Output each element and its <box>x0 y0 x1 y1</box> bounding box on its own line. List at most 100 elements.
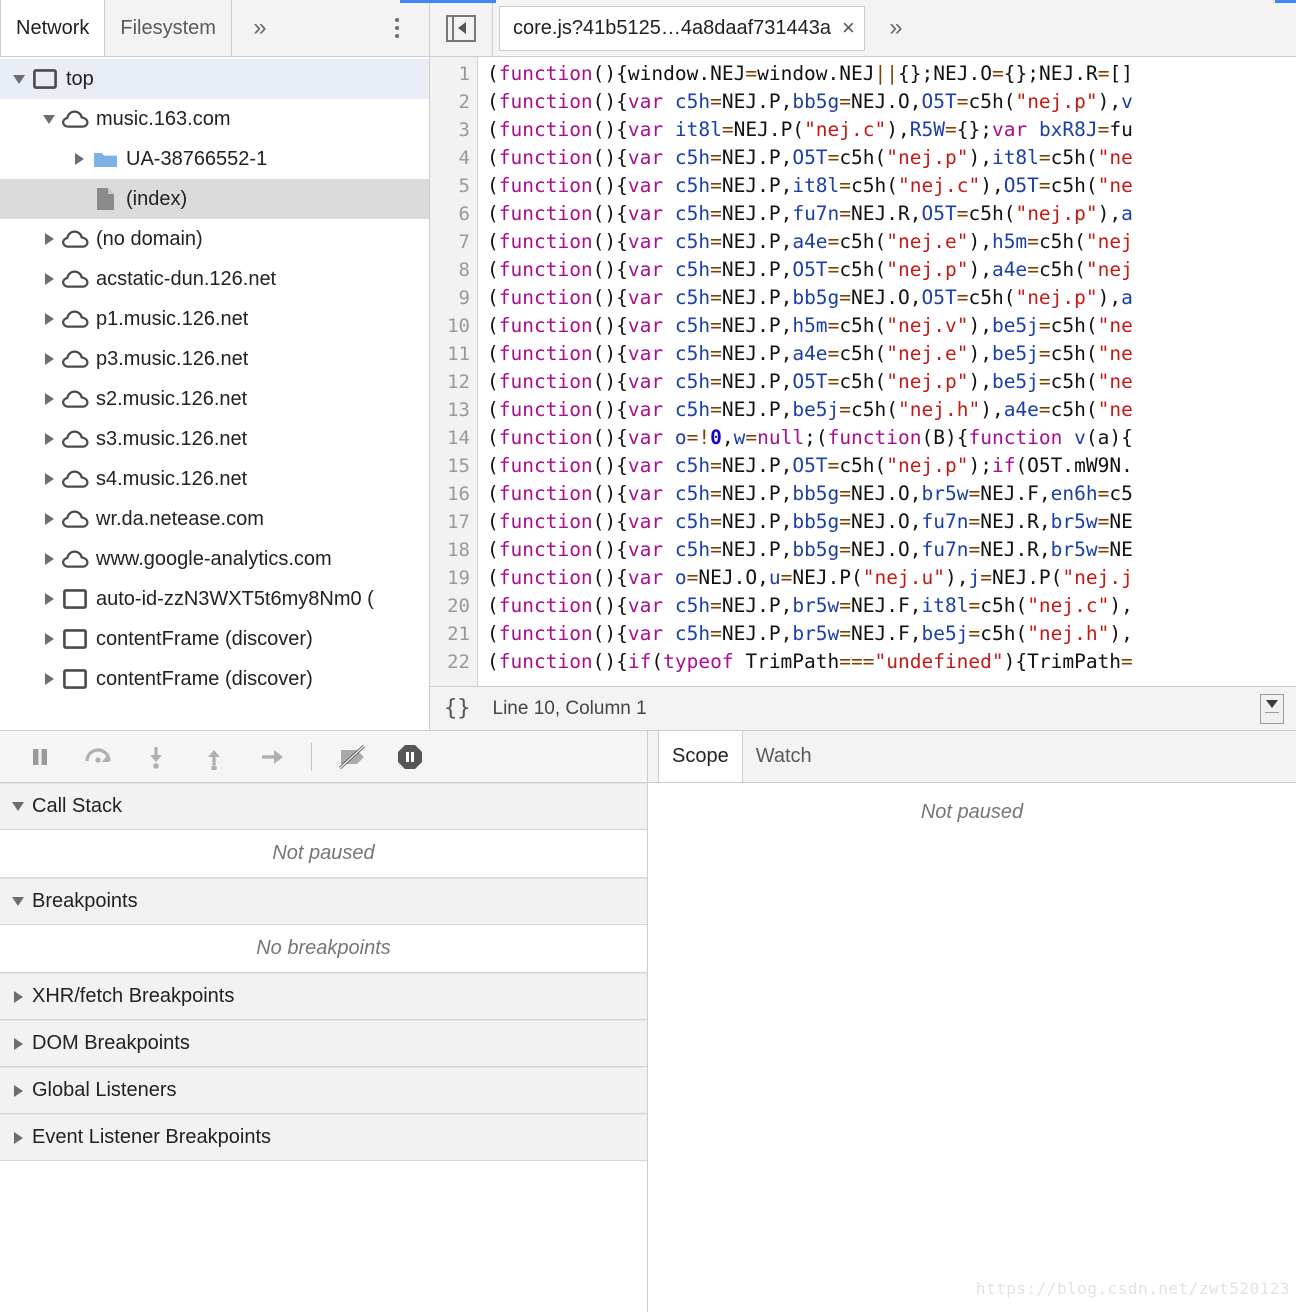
section-header-event-listener-breakpoints[interactable]: Event Listener Breakpoints <box>0 1114 647 1161</box>
chevron-right-icon[interactable] <box>38 339 60 379</box>
code-line[interactable]: (function(){var c5h=NEJ.P,a4e=c5h("nej.e… <box>487 228 1296 256</box>
chevron-right-icon[interactable] <box>38 539 60 579</box>
code-line[interactable]: (function(){var c5h=NEJ.P,it8l=c5h("nej.… <box>487 172 1296 200</box>
line-number[interactable]: 10 <box>430 312 470 340</box>
chevron-right-icon[interactable] <box>38 379 60 419</box>
tree-item-contentframe-discover[interactable]: contentFrame (discover) <box>0 659 429 699</box>
tree-item-s4-music-126-net[interactable]: s4.music.126.net <box>0 459 429 499</box>
code-line[interactable]: (function(){var c5h=NEJ.P,br5w=NEJ.F,be5… <box>487 620 1296 648</box>
chevron-right-icon[interactable] <box>38 219 60 259</box>
chevron-right-icon[interactable] <box>38 419 60 459</box>
code-line[interactable]: (function(){var c5h=NEJ.P,bb5g=NEJ.O,br5… <box>487 480 1296 508</box>
chevron-down-icon[interactable] <box>8 59 30 99</box>
tree-item-www-google-analytics-com[interactable]: www.google-analytics.com <box>0 539 429 579</box>
tab-scope[interactable]: Scope <box>658 731 743 782</box>
pause-icon[interactable] <box>12 735 67 779</box>
tab-watch[interactable]: Watch <box>743 731 825 782</box>
line-number[interactable]: 20 <box>430 592 470 620</box>
code-line[interactable]: (function(){var c5h=NEJ.P,bb5g=NEJ.O,O5T… <box>487 284 1296 312</box>
file-tab-core-js[interactable]: core.js?41b5125…4a8daaf731443a × <box>499 5 865 51</box>
code-line[interactable]: (function(){var c5h=NEJ.P,h5m=c5h("nej.v… <box>487 312 1296 340</box>
chevron-right-icon[interactable] <box>38 499 60 539</box>
chevron-right-icon[interactable] <box>38 579 60 619</box>
tree-item-s3-music-126-net[interactable]: s3.music.126.net <box>0 419 429 459</box>
tree-item-top[interactable]: top <box>0 59 429 99</box>
code-line[interactable]: (function(){var o=NEJ.O,u=NEJ.P("nej.u")… <box>487 564 1296 592</box>
code-line[interactable]: (function(){var c5h=NEJ.P,a4e=c5h("nej.e… <box>487 340 1296 368</box>
line-number[interactable]: 13 <box>430 396 470 424</box>
tree-item-contentframe-discover[interactable]: contentFrame (discover) <box>0 619 429 659</box>
section-header-call-stack[interactable]: Call Stack <box>0 783 647 830</box>
line-number[interactable]: 14 <box>430 424 470 452</box>
chevron-right-icon[interactable] <box>38 659 60 699</box>
line-number[interactable]: 21 <box>430 620 470 648</box>
line-number[interactable]: 2 <box>430 88 470 116</box>
pause-on-exceptions-icon[interactable] <box>382 735 437 779</box>
tree-item-ua-38766552-1[interactable]: UA-38766552-1 <box>0 139 429 179</box>
chevron-down-icon[interactable] <box>38 99 60 139</box>
code-line[interactable]: (function(){var c5h=NEJ.P,O5T=c5h("nej.p… <box>487 144 1296 172</box>
section-header-breakpoints[interactable]: Breakpoints <box>0 878 647 925</box>
line-number[interactable]: 19 <box>430 564 470 592</box>
tree-item-auto-id-zzn3wxt5t6my8nm0[interactable]: auto-id-zzN3WXT5t6my8Nm0 ( <box>0 579 429 619</box>
line-number[interactable]: 3 <box>430 116 470 144</box>
code-line[interactable]: (function(){var c5h=NEJ.P,O5T=c5h("nej.p… <box>487 368 1296 396</box>
code-editor[interactable]: 1 2 3 4 5 6 7 8 9 10 11 12 13 14 15 16 17 18 19 20 21 22 (fun… <box>430 57 1296 686</box>
code-line[interactable]: (function(){var c5h=NEJ.P,fu7n=NEJ.R,O5T… <box>487 200 1296 228</box>
show-navigator-icon[interactable] <box>430 0 493 56</box>
line-number[interactable]: 12 <box>430 368 470 396</box>
line-number[interactable]: 17 <box>430 508 470 536</box>
navigator-more-options-icon[interactable] <box>383 0 411 56</box>
line-number-gutter[interactable]: 1 2 3 4 5 6 7 8 9 10 11 12 13 14 15 16 17 18 19 20 21 22 <box>430 57 478 686</box>
chevron-right-icon[interactable] <box>68 139 90 179</box>
section-header-global-listeners[interactable]: Global Listeners <box>0 1067 647 1114</box>
tree-item-p1-music-126-net[interactable]: p1.music.126.net <box>0 299 429 339</box>
code-line[interactable]: (function(){var c5h=NEJ.P,O5T=c5h("nej.p… <box>487 256 1296 284</box>
tree-item-wr-da-netease-com[interactable]: wr.da.netease.com <box>0 499 429 539</box>
code-line[interactable]: (function(){var o=!0,w=null;(function(B)… <box>487 424 1296 452</box>
line-number[interactable]: 4 <box>430 144 470 172</box>
code-line[interactable]: (function(){var c5h=NEJ.P,be5j=c5h("nej.… <box>487 396 1296 424</box>
line-number[interactable]: 1 <box>430 60 470 88</box>
tree-item-music-163-com[interactable]: music.163.com <box>0 99 429 139</box>
line-number[interactable]: 15 <box>430 452 470 480</box>
tab-network[interactable]: Network <box>0 0 106 56</box>
tab-filesystem[interactable]: Filesystem <box>105 0 232 56</box>
chevron-right-icon[interactable] <box>38 299 60 339</box>
tree-item-s2-music-126-net[interactable]: s2.music.126.net <box>0 379 429 419</box>
line-number[interactable]: 7 <box>430 228 470 256</box>
code-line[interactable]: (function(){var c5h=NEJ.P,bb5g=NEJ.O,O5T… <box>487 88 1296 116</box>
step-over-icon[interactable] <box>70 735 125 779</box>
line-number[interactable]: 22 <box>430 648 470 676</box>
code-line[interactable]: (function(){if(typeof TrimPath==="undefi… <box>487 648 1296 676</box>
line-number[interactable]: 18 <box>430 536 470 564</box>
line-number[interactable]: 11 <box>430 340 470 368</box>
section-header-xhr-fetch-breakpoints[interactable]: XHR/fetch Breakpoints <box>0 973 647 1020</box>
close-icon[interactable]: × <box>842 17 855 39</box>
chevron-right-icon[interactable] <box>38 619 60 659</box>
code-line[interactable]: (function(){var it8l=NEJ.P("nej.c"),R5W=… <box>487 116 1296 144</box>
tree-item-acstatic-dun-126-net[interactable]: acstatic-dun.126.net <box>0 259 429 299</box>
editor-overflow-icon[interactable]: » <box>865 14 927 42</box>
code-line[interactable]: (function(){var c5h=NEJ.P,O5T=c5h("nej.p… <box>487 452 1296 480</box>
step-out-icon[interactable] <box>186 735 241 779</box>
code-line[interactable]: (function(){var c5h=NEJ.P,bb5g=NEJ.O,fu7… <box>487 536 1296 564</box>
navigator-overflow-icon[interactable]: » <box>232 0 288 56</box>
step-into-icon[interactable] <box>128 735 183 779</box>
deactivate-breakpoints-icon[interactable] <box>324 735 379 779</box>
line-number[interactable]: 8 <box>430 256 470 284</box>
line-number[interactable]: 6 <box>430 200 470 228</box>
code-line[interactable]: (function(){var c5h=NEJ.P,bb5g=NEJ.O,fu7… <box>487 508 1296 536</box>
chevron-right-icon[interactable] <box>38 459 60 499</box>
line-number[interactable]: 16 <box>430 480 470 508</box>
chevron-right-icon[interactable] <box>38 259 60 299</box>
code-content[interactable]: (function(){window.NEJ=window.NEJ||{};NE… <box>478 57 1296 686</box>
step-arrow-icon[interactable] <box>244 735 299 779</box>
code-line[interactable]: (function(){window.NEJ=window.NEJ||{};NE… <box>487 60 1296 88</box>
section-header-dom-breakpoints[interactable]: DOM Breakpoints <box>0 1020 647 1067</box>
tree-item-p3-music-126-net[interactable]: p3.music.126.net <box>0 339 429 379</box>
line-number[interactable]: 5 <box>430 172 470 200</box>
pretty-print-button[interactable]: {} <box>444 696 471 721</box>
scroll-to-bottom-icon[interactable] <box>1260 693 1284 724</box>
line-number[interactable]: 9 <box>430 284 470 312</box>
